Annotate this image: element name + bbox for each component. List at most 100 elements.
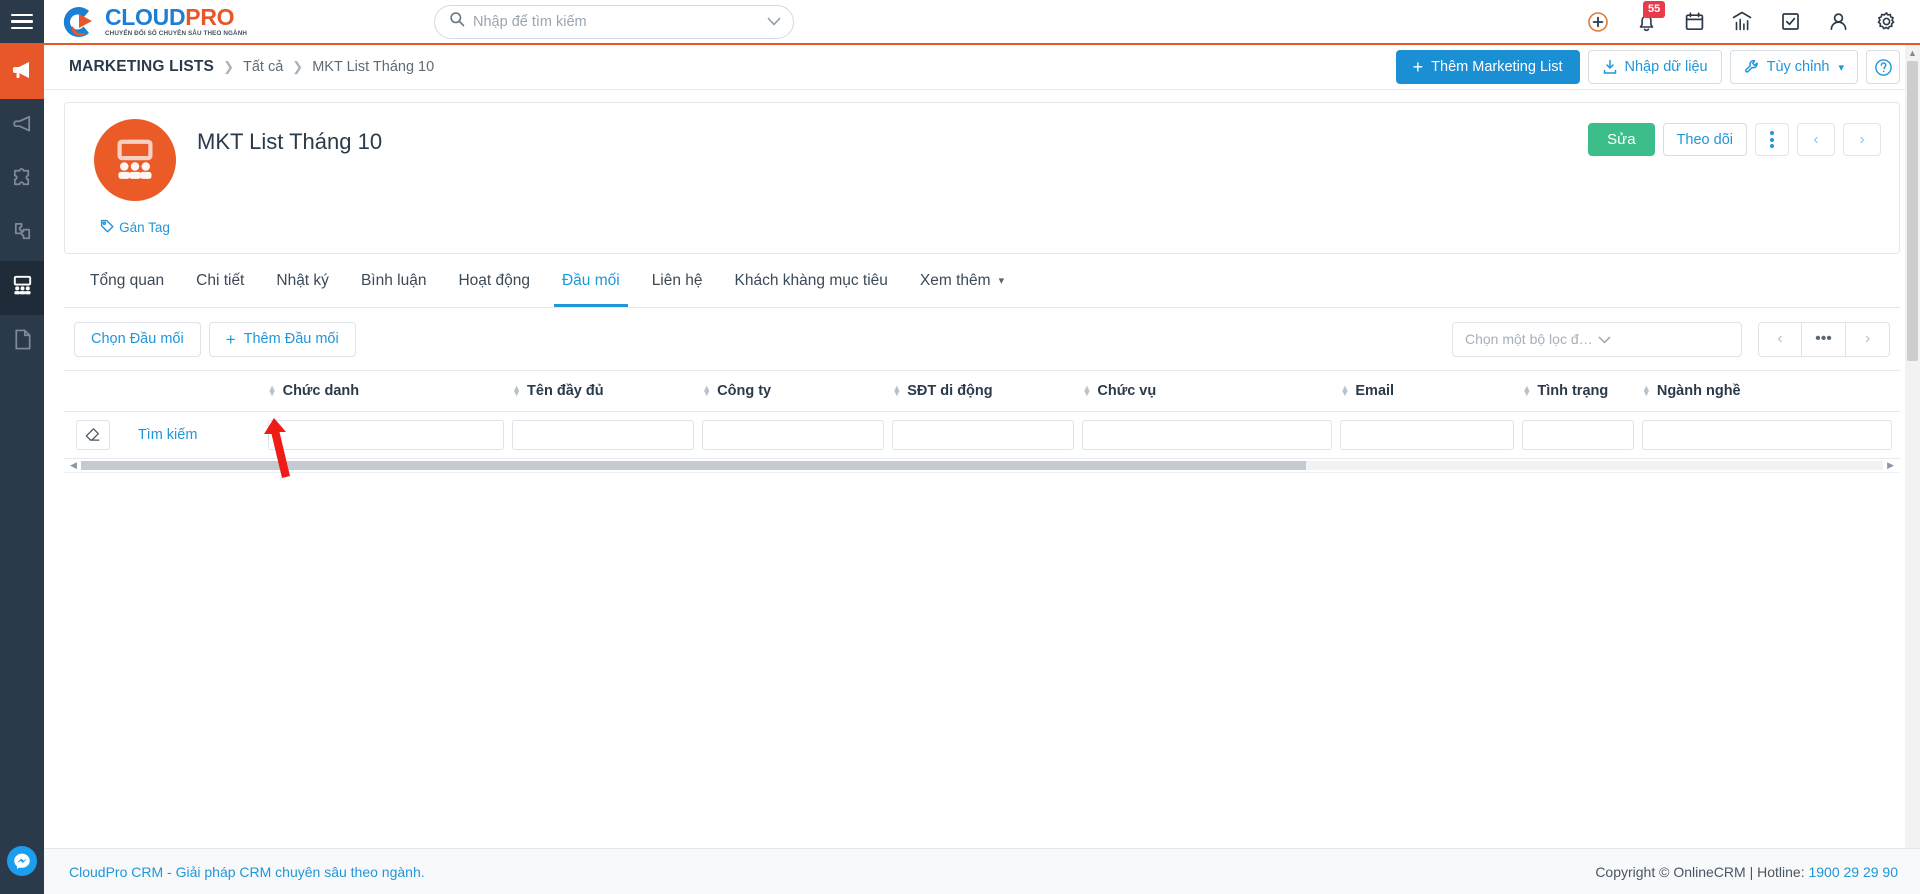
- breadcrumb-bar: MARKETING LISTS ❯ Tất cả ❯ MKT List Thán…: [44, 45, 1920, 90]
- th-chuc-danh[interactable]: ▲ ▼ Chức danh: [267, 371, 513, 412]
- bell-icon[interactable]: 55: [1634, 0, 1666, 34]
- follow-button[interactable]: Theo dõi: [1662, 123, 1747, 156]
- tab-label: Khách khàng mục tiêu: [734, 271, 888, 289]
- add-marketing-list-button[interactable]: + Thêm Marketing List: [1395, 50, 1580, 84]
- tab-label: Hoạt động: [458, 271, 530, 289]
- breadcrumb-root[interactable]: MARKETING LISTS: [69, 58, 214, 76]
- tabs-wrapper: Tổng quan Chi tiết Nhật ký Bình luận Hoạ…: [44, 254, 1920, 308]
- tab-binh-luan[interactable]: Bình luận: [345, 254, 443, 307]
- assign-tag-label: Gán Tag: [119, 220, 170, 235]
- sidebar-item-puzzle[interactable]: [0, 153, 44, 207]
- scroll-right-arrow-icon[interactable]: ▶: [1887, 460, 1894, 471]
- analytics-icon[interactable]: [1730, 10, 1754, 34]
- sidebar-item-document[interactable]: [0, 315, 44, 369]
- search-box[interactable]: [434, 4, 794, 39]
- search-input[interactable]: [473, 13, 767, 30]
- filter-input-ten-day-du[interactable]: [512, 420, 695, 450]
- import-icon: [1602, 59, 1618, 75]
- sort-icon[interactable]: ▲ ▼: [702, 383, 711, 397]
- messenger-icon[interactable]: [7, 846, 37, 876]
- sidebar-item-puzzle-2[interactable]: [0, 207, 44, 261]
- filter-input-chuc-vu[interactable]: [1082, 420, 1333, 450]
- sort-icon[interactable]: ▲ ▼: [1340, 383, 1349, 397]
- next-record-button[interactable]: ›: [1843, 123, 1881, 156]
- prev-record-button[interactable]: ‹: [1797, 123, 1835, 156]
- breadcrumb-level2[interactable]: Tất cả: [243, 59, 283, 75]
- horizontal-scrollbar[interactable]: ◀ ▶: [64, 459, 1900, 473]
- grid-prev-page-button[interactable]: ‹: [1758, 321, 1802, 357]
- footer-tagline[interactable]: CloudPro CRM - Giải pháp CRM chuyên sâu …: [69, 864, 425, 880]
- plus-icon: +: [1412, 57, 1424, 77]
- hotline-label: Hotline:: [1757, 863, 1805, 880]
- filter-select[interactable]: Chọn một bộ lọc để thêm vào danh ...: [1452, 321, 1742, 357]
- sidebar-item-campaign[interactable]: [0, 45, 44, 99]
- clear-filters-button[interactable]: [76, 420, 110, 450]
- sort-icon[interactable]: ▲ ▼: [1642, 383, 1651, 397]
- th-cong-ty[interactable]: ▲ ▼ Công ty: [702, 371, 893, 412]
- calendar-icon[interactable]: [1682, 10, 1706, 34]
- edit-button[interactable]: Sửa: [1588, 123, 1655, 156]
- scroll-track[interactable]: [80, 461, 1884, 470]
- page-scrollbar[interactable]: ▲: [1905, 45, 1920, 848]
- tab-tong-quan[interactable]: Tổng quan: [74, 254, 180, 307]
- sort-icon[interactable]: ▲ ▼: [512, 383, 521, 397]
- filter-input-chuc-danh[interactable]: [267, 420, 505, 450]
- tab-nhat-ky[interactable]: Nhật ký: [260, 254, 345, 307]
- td-filter-sdt: [892, 411, 1083, 459]
- tab-xem-them[interactable]: Xem thêm ▾: [904, 254, 1020, 307]
- filter-input-nganh-nghe[interactable]: [1641, 420, 1892, 450]
- grid-next-page-button[interactable]: ›: [1846, 321, 1890, 357]
- th-sdt-di-dong[interactable]: ▲ ▼ SĐT di động: [892, 371, 1083, 412]
- sort-icon[interactable]: ▲ ▼: [1522, 383, 1531, 397]
- wrench-icon: [1744, 59, 1760, 75]
- help-button[interactable]: [1866, 50, 1900, 84]
- user-icon[interactable]: [1826, 10, 1850, 34]
- menu-toggle-button[interactable]: [0, 0, 44, 43]
- tab-hoat-dong[interactable]: Hoạt động: [442, 254, 546, 307]
- table-search-button[interactable]: Tìm kiếm: [128, 427, 198, 443]
- sidebar-item-marketing-list[interactable]: [0, 261, 44, 315]
- filter-input-sdt-di-dong[interactable]: [892, 420, 1075, 450]
- tab-khach-hang-muc-tieu[interactable]: Khách khàng mục tiêu: [719, 254, 904, 307]
- tab-chi-tiet[interactable]: Chi tiết: [180, 254, 260, 307]
- filter-input-email[interactable]: [1340, 420, 1515, 450]
- sidebar-item-broadcast[interactable]: [0, 99, 44, 153]
- add-lead-label: Thêm Đầu mối: [243, 331, 339, 347]
- sort-icon[interactable]: ▲ ▼: [1082, 383, 1091, 397]
- grid-more-button[interactable]: •••: [1802, 321, 1846, 357]
- add-lead-button[interactable]: + Thêm Đầu mối: [208, 321, 356, 357]
- assign-tag-button[interactable]: Gán Tag: [100, 219, 170, 236]
- tab-dau-moi[interactable]: Đầu mối: [546, 254, 636, 307]
- scroll-thumb[interactable]: [80, 461, 1307, 470]
- th-email[interactable]: ▲ ▼ Email: [1340, 371, 1523, 412]
- hotline-number[interactable]: 1900 29 29 90: [1808, 864, 1898, 880]
- th-ten-day-du[interactable]: ▲ ▼ Tên đầy đủ: [512, 371, 703, 412]
- gear-icon[interactable]: [1874, 10, 1898, 34]
- chevron-down-icon[interactable]: [767, 14, 781, 29]
- page-scroll-thumb[interactable]: [1907, 61, 1918, 361]
- breadcrumb-separator-1: ❯: [223, 59, 234, 74]
- th-nganh-nghe[interactable]: ▲ ▼ Ngành nghề: [1641, 371, 1900, 412]
- tab-lien-he[interactable]: Liên hệ: [636, 254, 719, 307]
- td-filter-cong-ty: [702, 411, 893, 459]
- th-tinh-trang[interactable]: ▲ ▼ Tình trạng: [1522, 371, 1642, 412]
- import-data-button[interactable]: Nhập dữ liệu: [1587, 50, 1722, 84]
- scroll-left-arrow-icon[interactable]: ◀: [70, 460, 77, 471]
- sort-icon[interactable]: ▲ ▼: [892, 383, 901, 397]
- filter-input-cong-ty[interactable]: [702, 420, 885, 450]
- customize-button[interactable]: Tùy chỉnh ▾: [1729, 50, 1858, 84]
- sort-icon[interactable]: ▲ ▼: [268, 383, 277, 397]
- grid-pagination: ‹ ••• ›: [1758, 321, 1890, 357]
- more-options-button[interactable]: [1755, 123, 1789, 156]
- choose-lead-button[interactable]: Chọn Đầu mối: [74, 321, 201, 357]
- add-circle-icon[interactable]: [1586, 10, 1610, 34]
- task-check-icon[interactable]: [1778, 10, 1802, 34]
- th-chuc-vu[interactable]: ▲ ▼ Chức vụ: [1082, 371, 1341, 412]
- filter-input-tinh-trang[interactable]: [1522, 420, 1634, 450]
- scroll-up-arrow-icon[interactable]: ▲: [1905, 45, 1920, 61]
- add-marketing-list-label: Thêm Marketing List: [1431, 59, 1563, 75]
- tab-bar: Tổng quan Chi tiết Nhật ký Bình luận Hoạ…: [64, 254, 1900, 308]
- brand-logo[interactable]: CLOUDPRO CHUYỂN ĐỔI SỐ CHUYÊN SÂU THEO N…: [44, 0, 314, 43]
- megaphone-icon: [10, 58, 34, 87]
